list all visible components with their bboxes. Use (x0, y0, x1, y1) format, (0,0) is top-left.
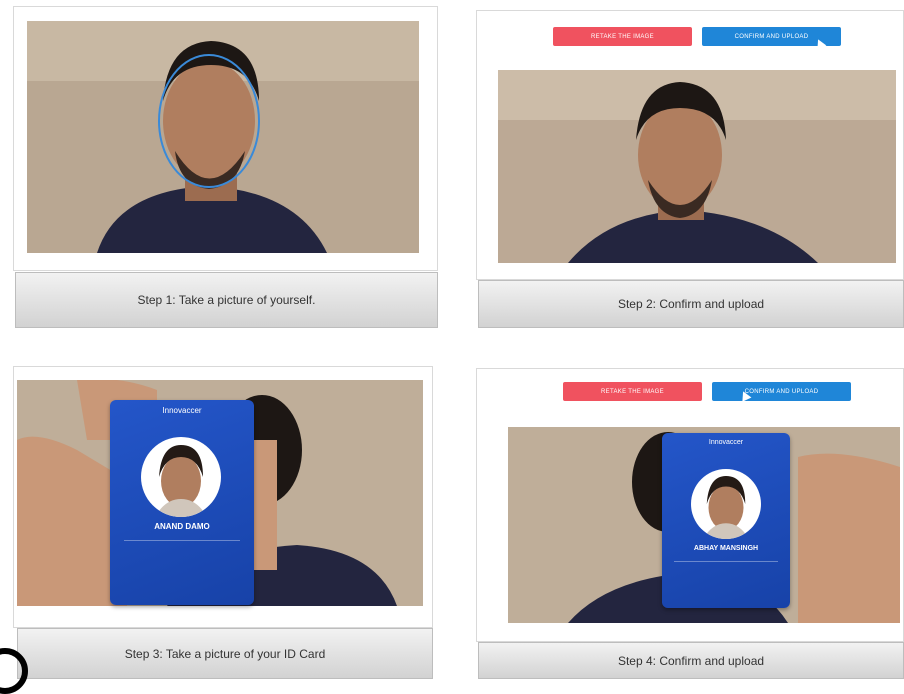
id-card-photo (691, 469, 761, 539)
step-2-caption: Step 2: Confirm and upload (478, 280, 904, 328)
retake-image-button-step-4[interactable]: RETAKE THE IMAGE (563, 382, 702, 401)
id-card-details (124, 540, 240, 585)
id-card-photo (141, 437, 221, 517)
confirm-upload-button-step-4[interactable]: CONFIRM AND UPLOAD (712, 382, 851, 401)
id-card-step-4: Innovaccer ABHAY MANSINGH (662, 433, 790, 608)
id-card-name: ANAND DAMO (154, 522, 210, 531)
id-card-name: ABHAY MANSINGH (693, 545, 759, 552)
id-card-brand: Innovaccer (162, 406, 202, 415)
step-2-captured-photo (498, 70, 896, 263)
step-1-caption: Step 1: Take a picture of yourself. (15, 272, 438, 328)
step-3-caption: Step 3: Take a picture of your ID Card (17, 628, 433, 679)
id-card-details (674, 561, 778, 598)
id-card-brand: Innovaccer (708, 439, 744, 446)
step-4-caption: Step 4: Confirm and upload (478, 642, 904, 679)
id-card-step-3: Innovaccer ANAND DAMO (110, 400, 254, 605)
retake-image-button[interactable]: RETAKE THE IMAGE (553, 27, 692, 46)
step-1-camera-feed (27, 21, 419, 253)
